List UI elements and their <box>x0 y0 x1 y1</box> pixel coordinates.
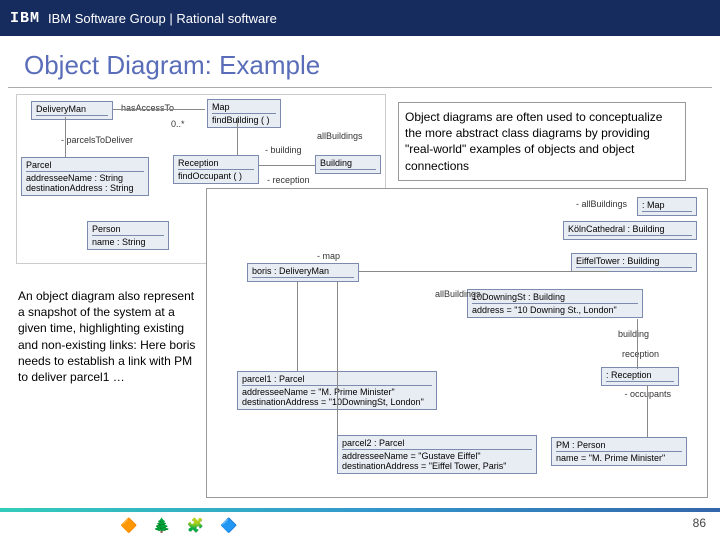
obj-downing: 10DowningSt : Building address = "10 Dow… <box>467 289 643 318</box>
object-diagram: : Map - allBuildings KölnCathedral : Bui… <box>206 188 708 498</box>
obj-koln: KölnCathedral : Building <box>563 221 697 240</box>
content-area: DeliveryMan hasAccessTo 0..* Map findBui… <box>0 88 720 508</box>
connector <box>259 165 315 166</box>
obj-pm: PM : Person name = "M. Prime Minister" <box>551 437 687 466</box>
connector <box>113 109 205 110</box>
label-hasaccess: hasAccessTo <box>121 103 174 113</box>
description-1: Object diagrams are often used to concep… <box>398 102 686 181</box>
page-title: Object Diagram: Example <box>8 36 712 88</box>
label-allb2: allBuildings <box>435 289 481 299</box>
label-parcels: - parcelsToDeliver <box>61 135 133 145</box>
obj-map: : Map <box>637 197 697 216</box>
class-person: Person name : String <box>87 221 169 250</box>
header-bar: IBM IBM Software Group | Rational softwa… <box>0 0 720 36</box>
label-allb: - allBuildings <box>576 199 627 209</box>
label-reception2: reception <box>622 349 659 359</box>
connector <box>65 117 66 157</box>
page-number: 86 <box>693 516 706 530</box>
label-map: - map <box>317 251 340 261</box>
class-parcel: Parcel addresseeName : String destinatio… <box>21 157 149 196</box>
ibm-logo: IBM <box>10 10 40 27</box>
obj-reception: : Reception <box>601 367 679 386</box>
connector <box>297 281 298 371</box>
label-allbuildings: allBuildings <box>317 131 363 141</box>
header-text: IBM Software Group | Rational software <box>48 11 277 26</box>
label-reception: - reception <box>267 175 310 185</box>
connector <box>647 385 648 437</box>
class-reception: Reception findOccupant ( ) <box>173 155 259 184</box>
footer: 🔶 🌲 🧩 🔷 86 <box>0 508 720 536</box>
class-building: Building <box>315 155 381 174</box>
footer-icons: 🔶 🌲 🧩 🔷 <box>120 517 243 534</box>
description-2: An object diagram also represent a snaps… <box>18 288 200 385</box>
obj-eiffel: EiffelTower : Building <box>571 253 697 272</box>
connector <box>337 281 338 435</box>
class-map: Map findBuilding ( ) <box>207 99 281 128</box>
connector <box>237 117 238 155</box>
obj-boris: boris : DeliveryMan <box>247 263 359 282</box>
label-mult: 0..* <box>171 119 185 129</box>
connector <box>637 319 638 369</box>
class-deliveryman: DeliveryMan <box>31 101 113 120</box>
label-building: - building <box>265 145 302 155</box>
obj-parcel2: parcel2 : Parcel addresseeName = "Gustav… <box>337 435 537 474</box>
connector <box>359 271 609 272</box>
label-building2: building <box>618 329 649 339</box>
footer-stripe <box>0 508 720 512</box>
